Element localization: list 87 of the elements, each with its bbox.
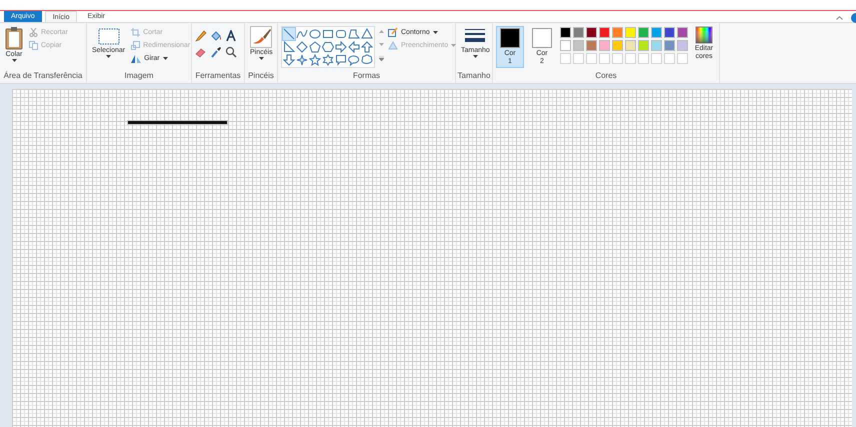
- palette-color[interactable]: [573, 40, 584, 51]
- crop-icon: [131, 28, 140, 36]
- empty-color-slot[interactable]: [586, 53, 597, 64]
- caret-icon: [432, 30, 438, 34]
- palette-color[interactable]: [560, 27, 571, 38]
- caret-icon: [106, 55, 112, 58]
- paint-bucket-icon[interactable]: [210, 30, 222, 42]
- palette-color[interactable]: [638, 27, 649, 38]
- empty-color-slot[interactable]: [560, 53, 571, 64]
- palette-color[interactable]: [599, 27, 610, 38]
- down-arrow-icon[interactable]: [283, 54, 295, 66]
- text-icon[interactable]: [225, 30, 237, 42]
- palette-color[interactable]: [612, 40, 623, 51]
- eraser-icon[interactable]: [195, 46, 207, 58]
- palette-color[interactable]: [612, 27, 623, 38]
- empty-color-slot[interactable]: [638, 53, 649, 64]
- up-arrow-icon[interactable]: [361, 41, 373, 53]
- brush-icon: [250, 26, 272, 48]
- palette-color[interactable]: [651, 27, 662, 38]
- speech-bubble-icon[interactable]: [348, 54, 360, 66]
- empty-color-slot[interactable]: [599, 53, 610, 64]
- six-point-star-icon[interactable]: [322, 54, 334, 66]
- search-icon[interactable]: [225, 46, 237, 58]
- scroll-down-icon[interactable]: [379, 43, 384, 46]
- empty-color-slot[interactable]: [612, 53, 623, 64]
- scissors-icon: [29, 28, 38, 36]
- palette-color[interactable]: [573, 27, 584, 38]
- rotate-icon: [131, 54, 142, 62]
- curve-icon[interactable]: [296, 28, 308, 40]
- palette-color[interactable]: [560, 40, 571, 51]
- palette-color[interactable]: [586, 27, 597, 38]
- thought-bubble-icon[interactable]: [361, 54, 373, 66]
- right-arrow-icon[interactable]: [335, 41, 347, 53]
- outline-icon: [388, 27, 398, 37]
- group-label: Pincéis: [248, 71, 274, 80]
- palette-color[interactable]: [599, 40, 610, 51]
- color-spectrum-icon: [695, 26, 713, 44]
- diamond-icon[interactable]: [296, 41, 308, 53]
- four-point-star-icon[interactable]: [296, 54, 308, 66]
- caret-icon: [451, 44, 456, 46]
- color-picker-icon[interactable]: [210, 46, 222, 58]
- palette-color[interactable]: [677, 27, 688, 38]
- star-icon[interactable]: [309, 54, 321, 66]
- oval-icon[interactable]: [309, 28, 321, 40]
- pentagon-icon[interactable]: [309, 41, 321, 53]
- group-label: Área de Transferência: [4, 71, 82, 80]
- group-label: Imagem: [124, 71, 154, 80]
- caret-icon: [472, 55, 478, 58]
- palette-color[interactable]: [586, 40, 597, 51]
- scroll-up-icon[interactable]: [379, 30, 384, 33]
- resize-icon: [131, 40, 140, 50]
- fill-icon: [388, 40, 398, 50]
- selection-icon: [98, 26, 120, 46]
- palette-color[interactable]: [651, 40, 662, 51]
- group-label: Formas: [352, 71, 380, 80]
- group-label: Ferramentas: [195, 71, 241, 80]
- clipboard-icon: [5, 26, 23, 50]
- expand-gallery-icon[interactable]: [379, 56, 384, 61]
- rectangle-icon[interactable]: [322, 28, 334, 40]
- triangle-icon[interactable]: [361, 28, 373, 40]
- palette-color[interactable]: [625, 27, 636, 38]
- caret-icon: [258, 57, 264, 60]
- palette-color[interactable]: [664, 27, 675, 38]
- copy-icon: [29, 40, 38, 50]
- empty-color-slot[interactable]: [651, 53, 662, 64]
- palette-color[interactable]: [677, 40, 688, 51]
- empty-color-slot[interactable]: [664, 53, 675, 64]
- empty-color-slot[interactable]: [573, 53, 584, 64]
- empty-color-slot[interactable]: [677, 53, 688, 64]
- collapse-ribbon-icon[interactable]: [836, 16, 843, 20]
- palette-color[interactable]: [664, 40, 675, 51]
- pencil-icon[interactable]: [195, 30, 207, 42]
- palette-color[interactable]: [638, 40, 649, 51]
- left-arrow-icon[interactable]: [348, 41, 360, 53]
- speech-bubble-icon[interactable]: [335, 54, 347, 66]
- help-icon[interactable]: [851, 13, 856, 23]
- rounded-rectangle-icon[interactable]: [335, 28, 347, 40]
- polygon-icon[interactable]: [348, 28, 360, 40]
- hexagon-icon[interactable]: [322, 41, 334, 53]
- caret-icon: [162, 56, 168, 60]
- palette-color[interactable]: [625, 40, 636, 51]
- caret-icon: [12, 59, 16, 62]
- right-triangle-icon[interactable]: [283, 41, 295, 53]
- line-icon[interactable]: [283, 28, 295, 40]
- empty-color-slot[interactable]: [625, 53, 636, 64]
- group-label: Tamanho: [458, 71, 490, 80]
- group-label: Cores: [595, 71, 617, 80]
